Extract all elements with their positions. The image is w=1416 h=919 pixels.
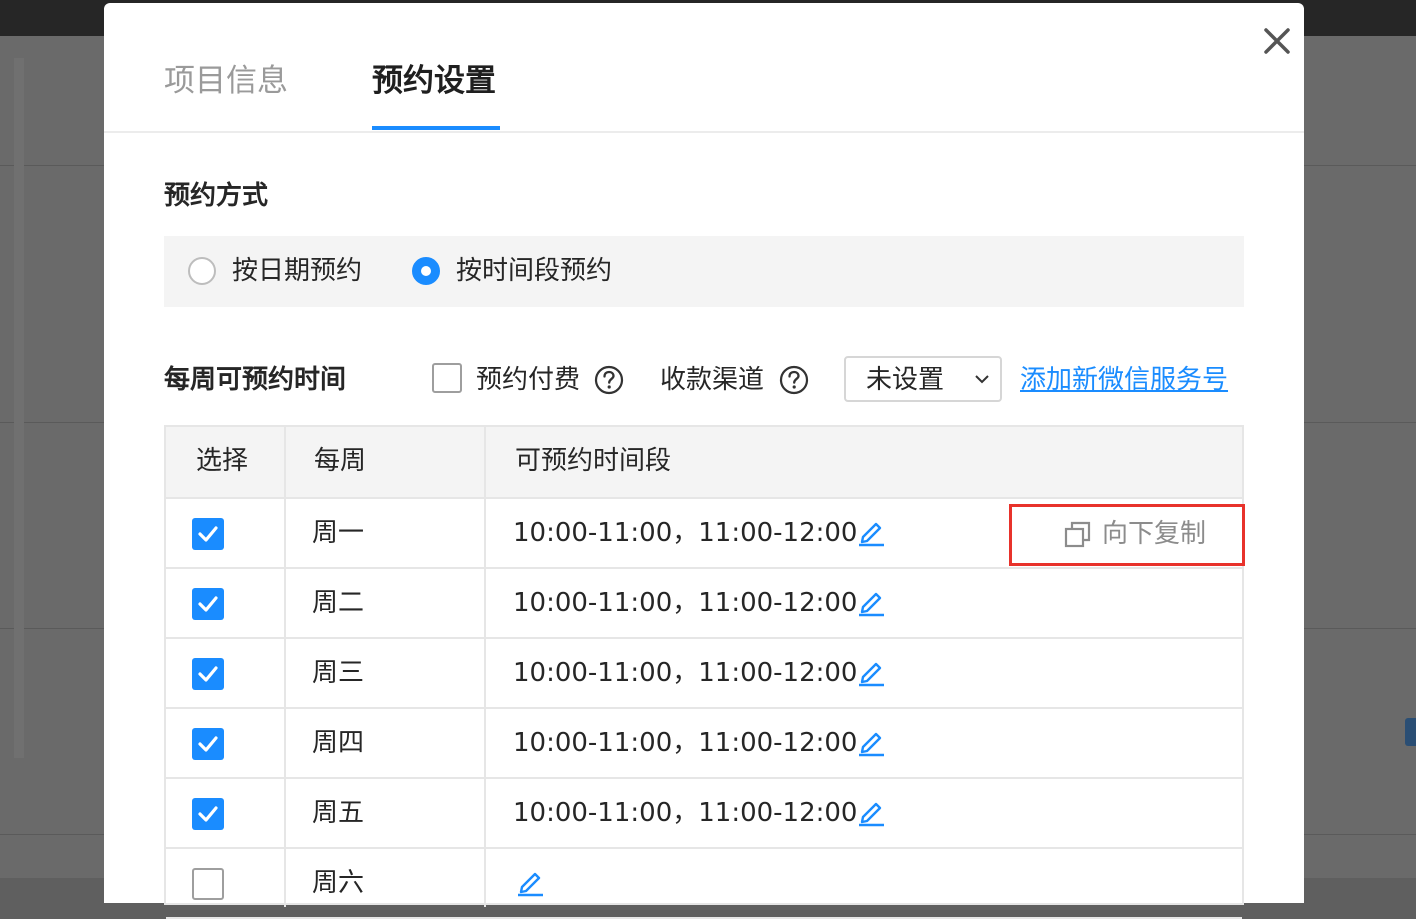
row-checkbox[interactable]: [192, 728, 224, 760]
row-checkbox[interactable]: [192, 868, 224, 900]
chevron-down-icon: [975, 375, 989, 384]
table-header: 选择 每周 可预约时间段: [166, 427, 1242, 499]
row-day: 周四: [312, 728, 365, 758]
row-time-slots: 10:00-11:00，11:00-12:00: [513, 728, 858, 758]
edit-pencil-icon[interactable]: [857, 587, 885, 617]
row-day: 周六: [312, 868, 365, 898]
radio-by-date-label[interactable]: 按日期预约: [232, 254, 362, 288]
copy-down-button[interactable]: 向下复制: [1009, 504, 1245, 566]
tab-booking-settings[interactable]: 预约设置: [372, 61, 496, 101]
question-mark-icon[interactable]: [779, 365, 809, 395]
row-checkbox[interactable]: [192, 518, 224, 550]
copy-icon: [1064, 521, 1091, 548]
active-tab-indicator: [372, 126, 500, 130]
background-sidebar: [14, 58, 24, 758]
add-wechat-service-account-link[interactable]: 添加新微信服务号: [1020, 363, 1228, 397]
row-day: 周二: [312, 588, 365, 618]
checkmark-icon: [198, 666, 218, 682]
payment-channel-select-value: 未设置: [866, 365, 945, 395]
checkmark-icon: [198, 596, 218, 612]
column-header-week: 每周: [314, 446, 367, 476]
table-row: 周五 10:00-11:00，11:00-12:00: [166, 779, 1242, 849]
radio-by-date[interactable]: [188, 257, 216, 285]
table-row: 周二 10:00-11:00，11:00-12:00: [166, 569, 1242, 639]
weekly-availability-title: 每周可预约时间: [164, 365, 347, 395]
radio-by-time-slot-label[interactable]: 按时间段预约: [456, 254, 612, 288]
paid-booking-label[interactable]: 预约付费: [476, 363, 580, 397]
edit-pencil-icon[interactable]: [516, 867, 544, 897]
table-row: 周三 10:00-11:00，11:00-12:00: [166, 639, 1242, 709]
row-time-slots: 10:00-11:00，11:00-12:00: [513, 518, 858, 548]
edit-pencil-icon[interactable]: [857, 657, 885, 687]
table-row: 周六: [166, 849, 1242, 919]
payment-channel-label: 收款渠道: [660, 365, 765, 395]
tab-project-info[interactable]: 项目信息: [164, 61, 288, 101]
question-mark-icon[interactable]: [594, 365, 624, 395]
table-row: 周四 10:00-11:00，11:00-12:00: [166, 709, 1242, 779]
row-time-slots: 10:00-11:00，11:00-12:00: [513, 588, 858, 618]
row-checkbox[interactable]: [192, 588, 224, 620]
weekly-schedule-table: 选择 每周 可预约时间段 周一 10:00-11:00，11:00-12:00 …: [164, 425, 1244, 919]
paid-booking-checkbox[interactable]: [432, 363, 462, 393]
checkmark-icon: [198, 526, 218, 542]
row-day: 周五: [312, 798, 365, 828]
row-time-slots: 10:00-11:00，11:00-12:00: [513, 658, 858, 688]
row-checkbox[interactable]: [192, 798, 224, 830]
checkmark-icon: [198, 736, 218, 752]
column-header-select: 选择: [196, 446, 249, 476]
column-header-time-slots: 可预约时间段: [515, 446, 672, 476]
radio-by-time-slot[interactable]: [412, 257, 440, 285]
row-day: 周三: [312, 658, 365, 688]
dialog-tabs: 项目信息 预约设置: [104, 3, 1304, 133]
edit-pencil-icon[interactable]: [857, 517, 885, 547]
row-time-slots: 10:00-11:00，11:00-12:00: [513, 798, 858, 828]
edit-pencil-icon[interactable]: [857, 797, 885, 827]
edit-pencil-icon[interactable]: [857, 727, 885, 757]
row-checkbox[interactable]: [192, 658, 224, 690]
background-settings-icon: [1405, 718, 1416, 746]
checkmark-icon: [198, 806, 218, 822]
payment-channel-select[interactable]: 未设置: [844, 356, 1002, 402]
booking-settings-dialog: 项目信息 预约设置 预约方式 按日期预约 按时间段预约 每周可预约时间 预约付费…: [104, 3, 1304, 919]
booking-method-title: 预约方式: [164, 181, 269, 211]
booking-method-group: 按日期预约 按时间段预约: [164, 236, 1244, 307]
row-day: 周一: [312, 518, 365, 548]
copy-down-label: 向下复制: [1102, 519, 1207, 549]
